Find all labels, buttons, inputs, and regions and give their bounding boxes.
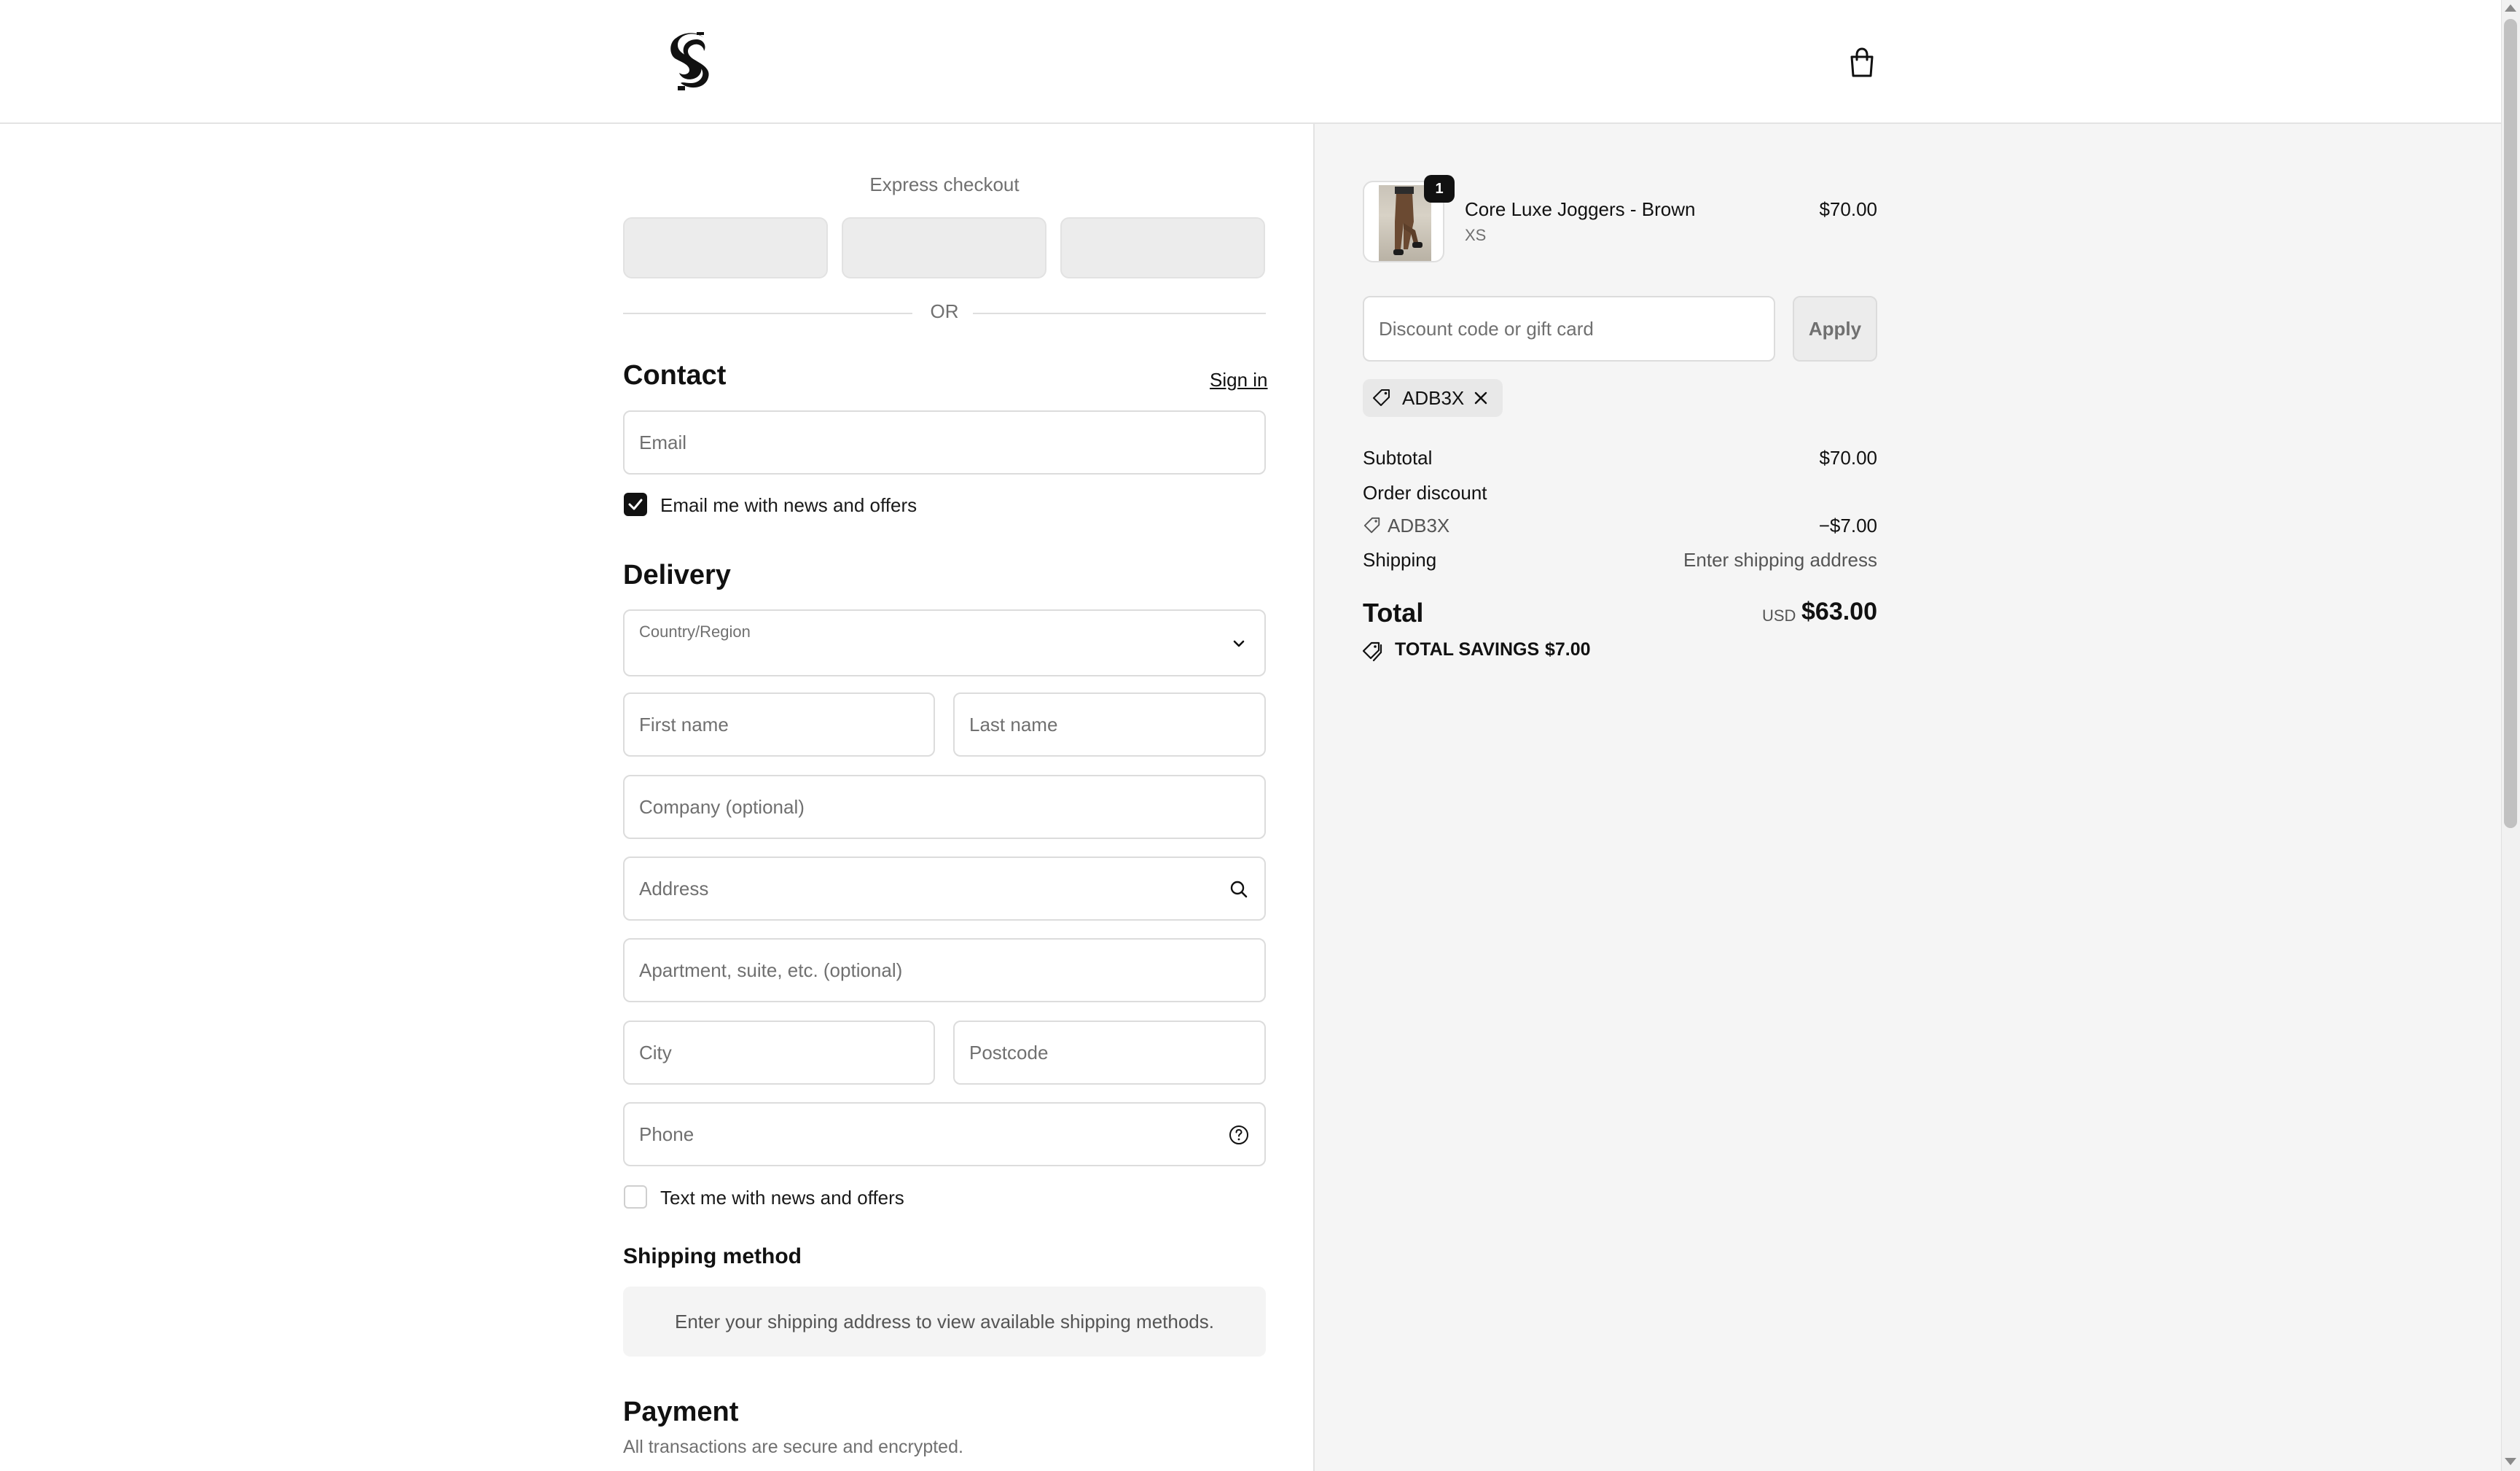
- subtotal-label: Subtotal: [1363, 447, 1433, 469]
- postcode-placeholder: Postcode: [969, 1042, 1049, 1064]
- total-value: $63.00: [1801, 598, 1877, 625]
- tag-icon: [1363, 517, 1380, 534]
- express-pay-button-2[interactable]: [842, 217, 1046, 278]
- total-savings-label: TOTAL SAVINGS: [1395, 639, 1540, 660]
- total-savings-value: $7.00: [1545, 639, 1591, 660]
- first-name-placeholder: First name: [639, 714, 729, 736]
- apartment-field[interactable]: Apartment, suite, etc. (optional): [623, 938, 1266, 1002]
- email-placeholder: Email: [639, 432, 687, 453]
- email-news-label: Email me with news and offers: [660, 494, 917, 516]
- search-icon[interactable]: [1228, 878, 1250, 900]
- total-label: Total: [1363, 598, 1424, 628]
- checkmark-icon: [628, 499, 643, 510]
- product-variant: XS: [1465, 226, 1487, 244]
- sms-news-checkbox[interactable]: [624, 1185, 647, 1209]
- phone-field[interactable]: Phone: [623, 1102, 1266, 1166]
- scrollbar-thumb[interactable]: [2504, 19, 2517, 828]
- applied-discount-chip: ADB3X: [1363, 379, 1503, 417]
- total-currency: USD: [1762, 606, 1796, 625]
- company-field[interactable]: Company (optional): [623, 775, 1266, 839]
- order-discount-code: ADB3X: [1388, 515, 1450, 536]
- express-pay-button-1[interactable]: [623, 217, 828, 278]
- or-text: OR: [930, 300, 959, 322]
- discount-placeholder: Discount code or gift card: [1379, 318, 1594, 340]
- shipping-value: Enter shipping address: [1683, 549, 1877, 571]
- close-icon[interactable]: [1472, 389, 1490, 407]
- postcode-field[interactable]: Postcode: [953, 1021, 1266, 1085]
- city-field[interactable]: City: [623, 1021, 935, 1085]
- apartment-placeholder: Apartment, suite, etc. (optional): [639, 959, 903, 981]
- last-name-placeholder: Last name: [969, 714, 1058, 736]
- scroll-up-arrow-icon[interactable]: [2505, 4, 2516, 12]
- phone-placeholder: Phone: [639, 1123, 694, 1145]
- store-logo[interactable]: [668, 32, 716, 92]
- product-price: $70.00: [1819, 198, 1877, 220]
- or-divider: OR: [623, 300, 1266, 327]
- email-news-checkbox[interactable]: [624, 493, 647, 516]
- country-select[interactable]: Country/Region: [623, 609, 1266, 676]
- shopping-bag-icon[interactable]: [1847, 47, 1877, 79]
- shipping-label: Shipping: [1363, 549, 1437, 571]
- product-name: Core Luxe Joggers - Brown: [1465, 198, 1696, 220]
- country-label: Country/Region: [639, 623, 751, 641]
- company-placeholder: Company (optional): [639, 796, 805, 818]
- shipping-method-title: Shipping method: [623, 1244, 802, 1268]
- apply-button[interactable]: Apply: [1793, 296, 1877, 362]
- address-field[interactable]: Address: [623, 857, 1266, 921]
- last-name-field[interactable]: Last name: [953, 692, 1266, 757]
- order-discount-label: Order discount: [1363, 482, 1487, 504]
- address-placeholder: Address: [639, 878, 709, 900]
- order-discount-value: −$7.00: [1818, 515, 1877, 536]
- subtotal-value: $70.00: [1819, 447, 1877, 469]
- help-circle-icon[interactable]: [1228, 1124, 1250, 1146]
- site-header: [0, 0, 2501, 124]
- contact-title: Contact: [623, 360, 727, 391]
- city-placeholder: City: [639, 1042, 672, 1064]
- first-name-field[interactable]: First name: [623, 692, 935, 757]
- scroll-down-arrow-icon[interactable]: [2505, 1458, 2516, 1465]
- delivery-title: Delivery: [623, 560, 731, 590]
- savings-tag-icon: [1363, 641, 1382, 662]
- shipping-method-message: Enter your shipping address to view avai…: [623, 1287, 1266, 1357]
- payment-subtitle: All transactions are secure and encrypte…: [623, 1437, 963, 1457]
- sign-in-link[interactable]: Sign in: [1210, 369, 1268, 391]
- quantity-badge: 1: [1424, 175, 1455, 203]
- discount-code-field[interactable]: Discount code or gift card: [1363, 296, 1775, 362]
- email-field[interactable]: Email: [623, 410, 1266, 475]
- sms-news-label: Text me with news and offers: [660, 1187, 904, 1209]
- express-pay-button-3[interactable]: [1060, 217, 1265, 278]
- applied-code-text: ADB3X: [1402, 387, 1465, 409]
- tag-icon: [1373, 389, 1390, 406]
- divider-line-right: [973, 313, 1266, 314]
- payment-title: Payment: [623, 1397, 739, 1427]
- chevron-down-icon: [1233, 640, 1245, 647]
- express-checkout-title: Express checkout: [869, 173, 1020, 195]
